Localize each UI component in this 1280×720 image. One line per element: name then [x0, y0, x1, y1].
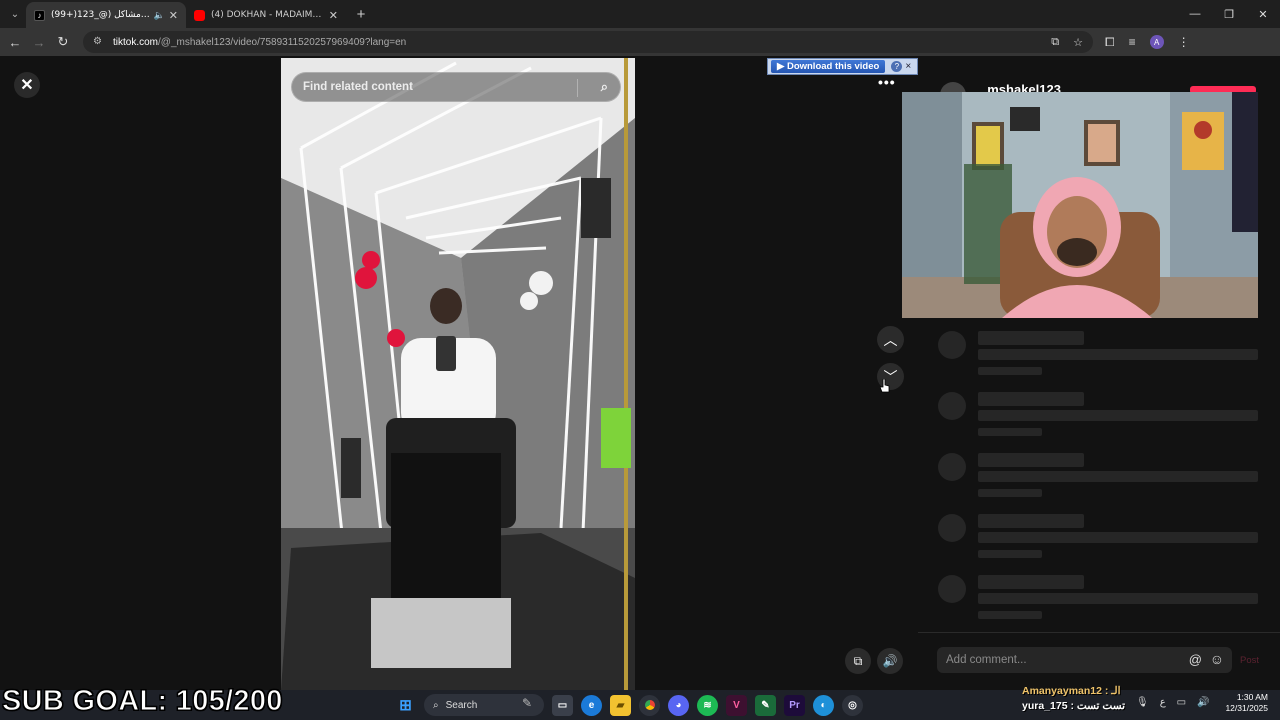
windows-start-icon[interactable]: ⊞ [395, 695, 416, 716]
notepad-icon[interactable]: ✎ [755, 694, 776, 716]
previous-video-chevron-up-icon[interactable]: ︿ [877, 326, 904, 353]
tab-tiktok[interactable]: ♪ (99+)الكروان مشاكل (@_123 🔈 ✕ [26, 2, 186, 28]
browser-toolbar: ← → ↻ ⚙ tiktok.com/@_mshakel123/video/75… [0, 28, 1280, 56]
system-tray: 🎙 ع ▭ 🔊 [1136, 697, 1210, 708]
tab-close-icon[interactable]: ✕ [329, 9, 338, 22]
comment-skeleton [938, 514, 1260, 574]
install-app-icon[interactable]: ⧉ [1051, 36, 1059, 49]
sub-goal-overlay: SUB GOAL: 105/200 [2, 685, 283, 718]
edge-icon[interactable]: e [581, 694, 602, 716]
comment-placeholder: Add comment... [946, 654, 1027, 666]
bookmark-star-icon[interactable]: ☆ [1073, 36, 1083, 49]
taskbar-apps: ⊞ ⌕ Search ✎ ▭ e ▰ ◕ ≋ V ✎ Pr ◐ ◎ [395, 694, 863, 716]
task-view-icon[interactable]: ▭ [552, 694, 573, 716]
chat-message: Amanyayman12 : الـ [1022, 685, 1121, 697]
download-video-button[interactable]: ▶ Download this video [771, 60, 886, 73]
taskbar-search[interactable]: ⌕ Search ✎ [424, 694, 544, 716]
spotify-icon[interactable]: ≋ [697, 694, 718, 716]
new-tab-button[interactable]: + [350, 6, 372, 23]
add-comment-input[interactable]: Add comment... @ ☺ [937, 647, 1232, 673]
tab-youtube[interactable]: (4) DOKHAN - MADAIMADAI ✕ [186, 2, 346, 28]
address-bar[interactable]: ⚙ tiktok.com/@_mshakel123/video/75893115… [83, 31, 1093, 53]
window-controls: — ❐ ✕ [1178, 0, 1280, 28]
more-options-icon[interactable]: ••• [878, 74, 896, 90]
close-icon[interactable]: × [905, 61, 911, 72]
webcam-image [902, 92, 1258, 318]
language-indicator[interactable]: ع [1160, 697, 1166, 708]
restore-icon[interactable]: ❐ [1212, 0, 1246, 28]
vegas-icon[interactable]: V [726, 694, 747, 716]
obs-icon[interactable]: ◎ [842, 694, 863, 716]
chrome-icon[interactable] [639, 694, 660, 716]
video-player[interactable]: Find related content ⌕ [281, 58, 635, 690]
youtube-favicon-icon [194, 9, 205, 21]
picture-in-picture-icon[interactable]: ⧉ [845, 648, 871, 674]
forward-arrow-icon[interactable]: → [27, 35, 51, 50]
help-icon[interactable]: ? [891, 61, 903, 72]
tab-close-icon[interactable]: ✕ [169, 9, 178, 22]
browser-menu-icon[interactable]: ⋮ [1178, 35, 1190, 49]
file-explorer-icon[interactable]: ▰ [610, 694, 631, 716]
speaker-icon[interactable]: 🔈 [154, 10, 165, 21]
app-icon[interactable]: ◐ [813, 694, 834, 716]
discord-icon[interactable]: ◕ [668, 694, 689, 716]
comment-skeleton [938, 331, 1260, 391]
emoji-icon[interactable]: ☺ [1210, 651, 1224, 667]
search-icon[interactable]: ⌕ [601, 79, 608, 95]
stream-chat-overlay: Amanyayman12 : الـ yura_175 : تست تست [1022, 684, 1125, 714]
post-button[interactable]: Post [1240, 655, 1259, 666]
profile-avatar[interactable]: A [1149, 35, 1164, 49]
window-close-icon[interactable]: ✕ [1246, 0, 1280, 28]
url-path: /@_mshakel123/video/7589311520257969409?… [158, 36, 407, 48]
video-frame-image [281, 58, 635, 690]
tab-search-chevron-icon[interactable]: ⌄ [4, 4, 26, 24]
network-icon[interactable]: ▭ [1177, 697, 1186, 708]
browser-tab-strip: ⌄ ♪ (99+)الكروان مشاكل (@_123 🔈 ✕ (4) DO… [0, 0, 1280, 28]
chat-message: yura_175 : تست تست [1022, 700, 1125, 712]
premiere-icon[interactable]: Pr [784, 694, 805, 716]
clock-time: 1:30 AM [1236, 692, 1268, 702]
minimize-icon[interactable]: — [1178, 0, 1212, 28]
mention-icon[interactable]: @ [1189, 652, 1202, 667]
search-highlight-icon: ✎ [521, 696, 533, 710]
back-arrow-icon[interactable]: ← [3, 35, 27, 50]
microphone-icon[interactable]: 🎙 [1136, 697, 1149, 708]
comment-skeleton [938, 575, 1260, 635]
clock-date: 12/31/2025 [1225, 703, 1268, 713]
download-video-extension-bar: ▶ Download this video ? × [767, 58, 918, 75]
extensions-icon[interactable]: ⧠ [1105, 35, 1115, 50]
tab-title: (99+)الكروان مشاكل (@_123 [51, 10, 151, 20]
taskbar-search-label: Search [445, 699, 478, 711]
find-related-search-bar[interactable]: Find related content ⌕ [291, 72, 621, 102]
system-clock[interactable]: 1:30 AM 12/31/2025 [1224, 692, 1268, 714]
volume-icon[interactable]: 🔊 [877, 648, 903, 674]
comment-composer: Add comment... @ ☺ Post [918, 632, 1280, 690]
comment-skeleton [938, 392, 1260, 452]
hand-cursor-icon [880, 379, 890, 393]
close-video-icon[interactable]: ✕ [14, 72, 40, 98]
search-icon: ⌕ [433, 699, 439, 711]
comment-skeleton [938, 453, 1260, 513]
tiktok-favicon-icon: ♪ [34, 9, 45, 21]
url-host: tiktok.com [113, 36, 159, 48]
streamer-webcam [902, 92, 1258, 318]
tab-title: (4) DOKHAN - MADAIMADAI [211, 10, 325, 20]
volume-icon[interactable]: 🔊 [1197, 697, 1209, 708]
site-info-icon[interactable]: ⚙ [93, 36, 105, 48]
reload-icon[interactable]: ↻ [51, 34, 75, 50]
search-placeholder: Find related content [303, 81, 413, 93]
media-control-icon[interactable]: ≡ [1129, 35, 1136, 49]
